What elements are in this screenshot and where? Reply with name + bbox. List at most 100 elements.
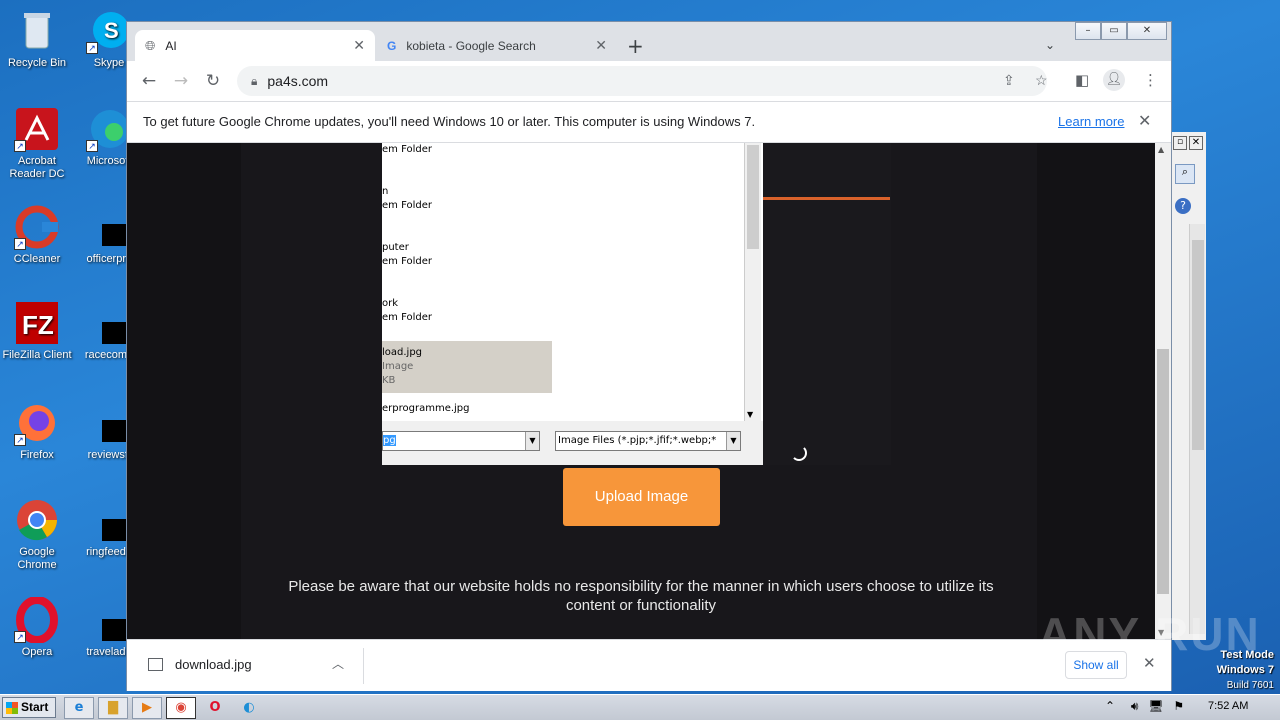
desktop-icon-label: FileZilla Client [2,349,72,361]
network-icon[interactable]: 🖥︎ [1148,699,1163,713]
dialog-bottom-bar: pg ▼ Image Files (*.pjp;*.jfif;*.webp;* ▼ [382,421,763,465]
file-item[interactable]: load.jpg [382,346,422,360]
desktop-icon-recycle-bin[interactable]: Recycle Bin [0,8,74,70]
chrome-window: 🌐︎ AI ✕ G kobieta - Google Search ✕ + ⌄ … [126,21,1172,691]
start-label: Start [21,700,49,714]
infobar-message: To get future Google Chrome updates, you… [143,114,756,129]
file-item[interactable]: em Folder [382,311,432,325]
scroll-down-icon[interactable]: ▼ [747,410,753,419]
filezilla-icon: FZ [14,300,60,346]
tray-expand-icon[interactable]: ⌃ [1105,699,1115,713]
desktop-icon-label: Opera [21,646,53,658]
update-infobar: To get future Google Chrome updates, you… [127,101,1171,143]
page-scrollbar[interactable]: ▲ ▼ [1155,143,1171,639]
search-icon[interactable]: ⌕ [1175,164,1195,184]
image-preview [763,143,891,465]
recycle-bin-icon [14,8,60,54]
learn-more-link[interactable]: Learn more [1058,114,1124,129]
google-icon: G [387,38,397,53]
file-item[interactable]: erprogramme.jpg [382,402,470,416]
image-file-icon [148,658,163,671]
desktop-icon-opera[interactable]: ↗ Opera [0,596,74,659]
divider [363,648,364,684]
page-content: em Folder n em Folder puter em Folder or… [127,143,1155,639]
dropdown-icon[interactable]: ▼ [726,432,740,450]
taskbar-explorer-icon[interactable]: ▇ [98,697,128,719]
scroll-thumb[interactable] [1157,349,1169,594]
desktop-icon-firefox[interactable]: ↗ Firefox [0,400,74,462]
desktop-icon-ccleaner[interactable]: ↗ CCleaner [0,204,74,266]
desktop-icon-google-chrome[interactable]: Google Chrome [0,497,74,572]
chrome-icon [14,497,60,543]
clock[interactable]: 7:52 AM [1208,700,1248,712]
new-tab-button[interactable]: + [627,34,644,58]
filetype-select[interactable]: Image Files (*.pjp;*.jfif;*.webp;* ▼ [555,431,741,451]
watermark-line: Test Mode [1220,649,1274,661]
desktop-icon-label: Acrobat Reader DC [9,155,65,180]
scroll-thumb[interactable] [1192,240,1204,450]
help-icon[interactable]: ? [1175,198,1191,214]
tab-title: AI [165,38,177,53]
reload-button[interactable]: ↻ [203,71,223,91]
loading-spinner-icon [791,445,807,461]
windows-logo-icon [6,702,18,714]
filename-value: pg [383,435,396,446]
profile-avatar-icon[interactable]: 👤︎ [1103,69,1125,91]
address-bar[interactable]: 🔒︎ pa4s.com ⇪ ☆ [237,66,1048,96]
menu-dots-icon[interactable]: ⋮ [1143,71,1158,89]
scrollbar[interactable] [1189,224,1205,634]
bookmark-star-icon[interactable]: ☆ [1035,72,1048,89]
file-item[interactable]: em Folder [382,255,432,269]
close-window-button[interactable]: ✕ [1127,22,1167,40]
file-item[interactable]: ork [382,297,398,311]
svg-text:S: S [104,18,119,43]
dialog-scrollbar[interactable]: ▼ [744,143,761,421]
file-item: Image [382,361,414,372]
close-icon[interactable]: ✕ [1189,136,1203,150]
watermark-line: Windows 7 [1216,664,1274,676]
opera-icon: ↗ [14,596,60,644]
scroll-up-icon[interactable]: ▲ [1158,145,1164,154]
download-filename[interactable]: download.jpg [175,657,252,672]
upload-image-button[interactable]: Upload Image [563,468,720,526]
desktop-icon-label: Google Chrome [17,546,57,571]
close-tab-icon[interactable]: ✕ [353,37,365,54]
scroll-thumb[interactable] [747,145,759,249]
taskbar-edge-icon[interactable]: ◐ [234,697,264,719]
forward-button[interactable]: → [171,71,191,91]
share-icon[interactable]: ⇪ [1003,72,1015,89]
chevron-up-icon[interactable]: ︿ [332,655,344,672]
tab-google-search[interactable]: G kobieta - Google Search ✕ [377,30,617,61]
file-item[interactable]: em Folder [382,199,432,213]
close-infobar-icon[interactable]: ✕ [1138,111,1151,131]
background-window: ▫ ✕ ⌕ ? [1168,132,1206,640]
minimize-button[interactable]: – [1075,22,1101,40]
tab-search-chevron-icon[interactable]: ⌄ [1045,38,1055,52]
close-tab-icon[interactable]: ✕ [595,37,607,54]
start-button[interactable]: Start [2,697,56,718]
dropdown-icon[interactable]: ▼ [525,432,539,450]
desktop-icon-label: CCleaner [13,253,61,265]
lock-icon[interactable]: 🔒︎ [251,74,257,89]
tab-ai[interactable]: 🌐︎ AI ✕ [135,30,375,61]
action-center-flag-icon[interactable]: ⚑ [1173,699,1184,713]
maximize-button[interactable]: ▭ [1101,22,1127,40]
system-tray: ⌃ 🔊︎ 🖥︎ ⚑ [1105,699,1184,714]
file-item[interactable]: em Folder [382,143,432,157]
file-item[interactable]: puter [382,241,409,255]
side-panel-icon[interactable]: ◧ [1075,71,1089,89]
filetype-value: Image Files (*.pjp;*.jfif;*.webp;* [558,435,717,446]
volume-icon[interactable]: 🔊︎ [1131,699,1139,713]
back-button[interactable]: ← [139,71,159,91]
globe-icon: 🌐︎ [145,37,156,53]
taskbar-ie-icon[interactable]: e [64,697,94,719]
desktop-icon-acrobat[interactable]: ↗ Acrobat Reader DC [0,106,74,181]
restore-icon[interactable]: ▫ [1173,136,1187,150]
desktop-icon-filezilla[interactable]: FZ FileZilla Client [0,300,74,362]
firefox-icon: ↗ [14,400,60,446]
filename-input[interactable]: pg ▼ [382,431,540,451]
taskbar-chrome-icon[interactable]: ◉ [166,697,196,719]
taskbar-media-player-icon[interactable]: ▶ [132,697,162,719]
file-item[interactable]: n [382,185,388,199]
taskbar-opera-icon[interactable]: O [200,697,230,719]
